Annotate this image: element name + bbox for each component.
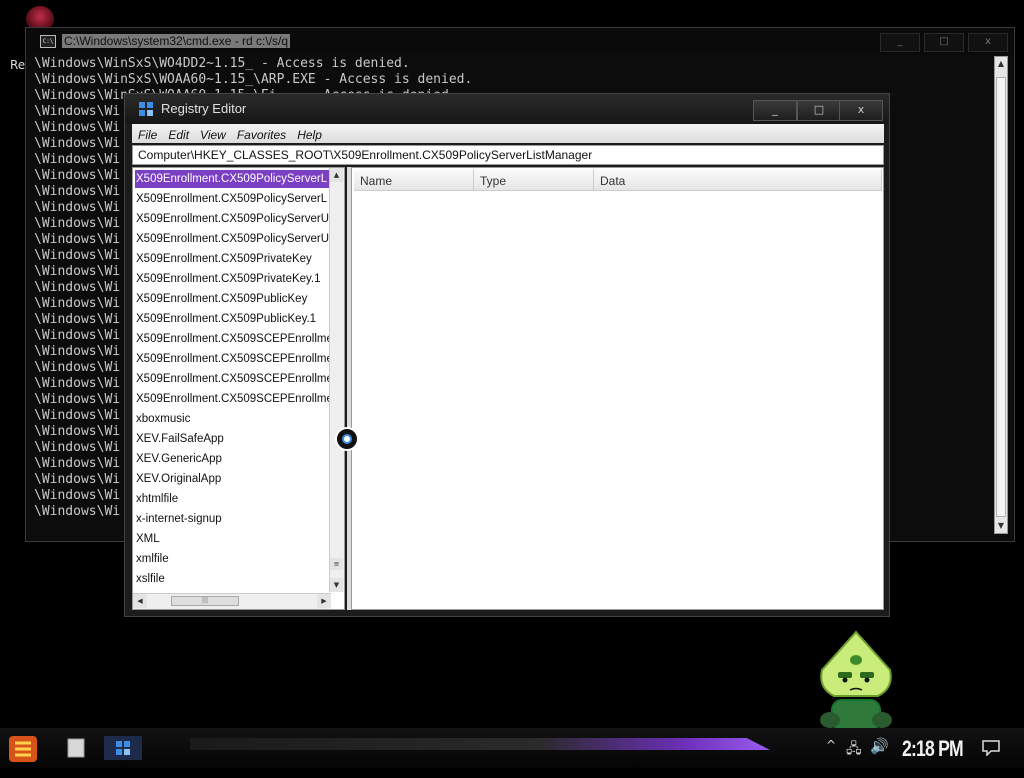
registry-maximize-button[interactable]: □ [797,100,841,121]
tree-item[interactable]: X509Enrollment.CX509PrivateKey.1 [135,270,332,288]
cmd-output-line: \Windows\WinSxS\WO4DD2~1.15_ - Access is… [34,56,410,71]
taskbar-clock[interactable]: 2:18 PM [902,736,964,762]
tree-horizontal-scrollbar[interactable]: ◀ ||| ▶ [133,593,331,609]
tree-item[interactable]: X509Enrollment.CX509PolicyServerL [135,190,332,208]
registry-minimize-button[interactable]: _ [753,100,797,121]
cmd-scroll-thumb[interactable] [996,77,1006,517]
menu-favorites[interactable]: Favorites [231,127,291,142]
registry-values-list[interactable]: Name Type Data [351,167,884,610]
registry-menubar: File Edit View Favorites Help [132,124,884,143]
scroll-left-arrow-icon[interactable]: ◀ [133,594,147,608]
scroll-down-arrow-icon[interactable]: ▼ [330,578,343,592]
desktop-icon-label: Re [10,58,26,72]
scroll-grip-icon[interactable]: ≡ [330,558,343,570]
network-icon[interactable]: 🖧 [846,738,862,778]
volume-icon[interactable]: 🔊 [870,737,889,777]
tree-item[interactable]: X509Enrollment.CX509PublicKey [135,290,332,308]
tree-item[interactable]: xmlfile [135,550,332,568]
menu-file[interactable]: File [132,127,162,142]
registry-editor-window[interactable]: Registry Editor _ □ x File Edit View Favori… [124,93,890,617]
busy-cursor-icon [335,427,359,451]
address-bar[interactable]: Computer\HKEY_CLASSES_ROOT\X509Enrollmen… [132,145,884,165]
tree-item[interactable]: XEV.GenericApp [135,450,332,468]
registry-titlebar[interactable]: Registry Editor _ □ x [125,94,889,124]
scroll-right-arrow-icon[interactable]: ▶ [317,594,331,608]
tree-item[interactable]: xslfile [135,570,332,588]
tree-item[interactable]: X509Enrollment.CX509SCEPEnrollme [135,390,332,408]
cmd-titlebar[interactable]: C:\ C:\Windows\system32\cmd.exe - rd c:\… [26,28,1014,54]
tree-item[interactable]: X509Enrollment.CX509PolicyServerL [135,170,332,188]
registry-app-icon [139,102,154,117]
menu-edit[interactable]: Edit [162,127,194,142]
start-button[interactable] [8,735,38,763]
menu-view[interactable]: View [194,127,231,142]
cmd-close-button[interactable]: x [968,33,1008,52]
tree-item[interactable]: X509Enrollment.CX509PublicKey.1 [135,310,332,328]
tree-hscroll-thumb[interactable]: ||| [171,596,239,606]
cmd-window-title: C:\Windows\system32\cmd.exe - rd c:\/s/q [62,34,291,48]
registry-window-title: Registry Editor [161,101,247,116]
registry-key-tree[interactable]: X509Enrollment.CX509PolicyServerL X509Enr… [132,167,345,610]
tree-item[interactable]: X509Enrollment.CX509PrivateKey [135,250,332,268]
menu-help[interactable]: Help [291,127,327,142]
column-header-data[interactable]: Data [594,170,882,191]
tree-item[interactable]: X509Enrollment.CX509SCEPEnrollme [135,370,332,388]
tree-item[interactable]: X509Enrollment.CX509SCEPEnrollme [135,350,332,368]
taskbar-cmd-button[interactable] [56,734,94,762]
tree-item[interactable]: X509Enrollment.CX509SCEPEnrollme [135,330,332,348]
character-mascot-image [820,630,892,730]
tree-item[interactable]: XEV.FailSafeApp [135,430,332,448]
action-center-icon[interactable] [982,740,1000,756]
column-header-type[interactable]: Type [474,170,594,191]
tree-item[interactable]: X509Enrollment.CX509PolicyServerU [135,230,332,248]
taskbar-decor-stripe [190,738,770,750]
cmd-app-icon: C:\ [40,35,56,48]
cmd-output-line: \Windows\WinSxS\WOAA60~1.15_\ARP.EXE - A… [34,72,473,87]
cmd-maximize-button[interactable]: □ [924,33,964,52]
cmd-minimize-button[interactable]: _ [880,33,920,52]
tree-item[interactable]: xboxmusic [135,410,332,428]
tree-item[interactable]: xhtmlfile [135,490,332,508]
taskbar: ^ 🖧 🔊 2:18 PM [0,728,1024,768]
registry-close-button[interactable]: x [839,100,883,121]
tray-overflow-chevron-icon[interactable]: ^ [826,738,836,778]
scroll-down-arrow-icon[interactable]: ▼ [995,519,1007,533]
taskbar-registry-button[interactable] [104,734,142,762]
cmd-vertical-scrollbar[interactable]: ▲ ▼ [994,56,1008,534]
scroll-up-arrow-icon[interactable]: ▲ [330,168,343,182]
tree-item[interactable]: XEV.OriginalApp [135,470,332,488]
tree-item[interactable]: XML [135,530,332,548]
tree-item[interactable]: X509Enrollment.CX509PolicyServerU [135,210,332,228]
scroll-up-arrow-icon[interactable]: ▲ [995,57,1007,71]
column-header-name[interactable]: Name [354,170,474,191]
tree-vertical-scrollbar[interactable]: ▲ ≡ ▼ [329,168,344,592]
tree-item[interactable]: x-internet-signup [135,510,332,528]
